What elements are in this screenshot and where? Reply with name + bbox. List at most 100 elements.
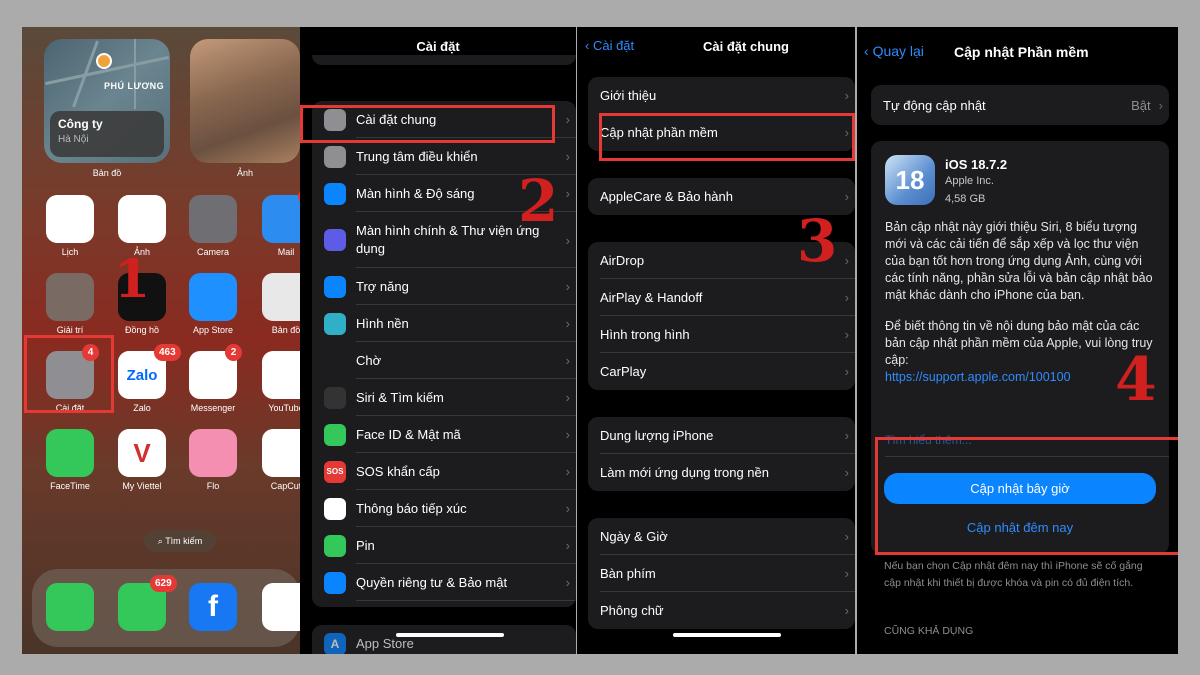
- chevron-left-icon: ‹: [864, 43, 873, 59]
- chevron-right-icon: ›: [565, 501, 570, 516]
- location-pin-icon: [96, 53, 112, 69]
- settings-row-label: Pin: [356, 537, 375, 553]
- app-label: Đồng hồ: [124, 325, 160, 335]
- step-2-label: 2: [518, 167, 559, 235]
- settings-row-label: Face ID & Mật mã: [356, 426, 461, 442]
- flower-icon: [324, 312, 346, 335]
- settings-row[interactable]: Quyền riêng tư & Bảo mật ›: [312, 564, 576, 601]
- chevron-right-icon: ›: [844, 189, 849, 204]
- security-link[interactable]: https://support.apple.com/100100: [885, 370, 1071, 384]
- app-label: App Store: [192, 325, 234, 335]
- app-label: Giải trí: [56, 325, 84, 335]
- app-icon[interactable]: [262, 351, 300, 399]
- settings-row-label: App Store: [356, 636, 414, 651]
- back-button[interactable]: ‹ Quay lại: [864, 43, 924, 59]
- settings-row-label: SOS khẩn cấp: [356, 463, 440, 479]
- general-row-label: CarPlay: [600, 364, 647, 379]
- battery-icon: [324, 534, 346, 557]
- chevron-right-icon: ›: [844, 428, 849, 443]
- settings-title: Cài đặt: [416, 39, 460, 54]
- settings-row[interactable]: Hình nền ›: [312, 305, 576, 342]
- app-label: FaceTime: [50, 481, 90, 491]
- chevron-right-icon: ›: [844, 88, 849, 103]
- map-card-title: Công ty: [58, 117, 103, 131]
- settings-row[interactable]: Pin ›: [312, 527, 576, 564]
- settings-row[interactable]: Chờ ›: [312, 342, 576, 379]
- update-size: 4,58 GB: [945, 193, 986, 205]
- chevron-right-icon: ›: [565, 279, 570, 294]
- sos-icon: SOS: [324, 460, 346, 483]
- general-row[interactable]: CarPlay ›: [588, 353, 855, 390]
- settings-row-appstore[interactable]: A App Store: [312, 625, 576, 654]
- step-3-label: 3: [797, 207, 838, 275]
- grid-icon: [324, 229, 346, 251]
- general-row-label: Bàn phím: [600, 566, 656, 581]
- general-row[interactable]: Làm mới ứng dụng trong nền ›: [588, 454, 855, 491]
- app-label: Mail: [277, 247, 295, 257]
- general-row[interactable]: Hình trong hình ›: [588, 316, 855, 353]
- settings-row[interactable]: Trợ năng ›: [312, 268, 576, 305]
- settings-row[interactable]: Thông báo tiếp xúc ›: [312, 490, 576, 527]
- back-label: Quay lại: [872, 43, 924, 59]
- settings-row-label: Siri & Tìm kiếm: [356, 389, 444, 405]
- dock-app-safari-icon[interactable]: [262, 583, 300, 631]
- settings-row[interactable]: Siri & Tìm kiếm ›: [312, 379, 576, 416]
- app-label: YouTube: [268, 403, 300, 413]
- app-icon[interactable]: [189, 273, 237, 321]
- settings-row[interactable]: SOS SOS khẩn cấp ›: [312, 453, 576, 490]
- general-row[interactable]: Ngày & Giờ ›: [588, 518, 855, 555]
- app-icon[interactable]: [262, 273, 300, 321]
- general-row[interactable]: Giới thiệu ›: [588, 77, 855, 114]
- app-icon[interactable]: [118, 195, 166, 243]
- photos-widget[interactable]: [190, 39, 300, 163]
- auto-update-label: Tự động cập nhật: [883, 97, 986, 113]
- update-footnote: Nếu bạn chọn Cập nhật đêm nay thì iPhone…: [884, 560, 1143, 589]
- exposure-icon: [324, 497, 346, 520]
- home-search-button[interactable]: ⌕ Tìm kiếm: [144, 530, 216, 552]
- general-title: Cài đặt chung: [703, 39, 789, 54]
- step2-highlight-box: [300, 105, 555, 143]
- step-1-label: 1: [114, 249, 151, 310]
- chevron-right-icon: ›: [844, 253, 849, 268]
- settings-row[interactable]: Face ID & Mật mã ›: [312, 416, 576, 453]
- toggles-icon: [324, 145, 346, 168]
- app-icon[interactable]: [189, 429, 237, 477]
- general-row-label: Ngày & Giờ: [600, 529, 668, 544]
- standby-icon: [324, 349, 346, 372]
- general-row[interactable]: Dung lượng iPhone ›: [588, 417, 855, 454]
- chevron-right-icon: ›: [565, 575, 570, 590]
- chevron-right-icon: ›: [565, 390, 570, 405]
- app-icon[interactable]: [189, 195, 237, 243]
- general-row[interactable]: AirPlay & Handoff ›: [588, 279, 855, 316]
- photos-widget-label: Ảnh: [236, 168, 253, 178]
- home-indicator: [673, 633, 781, 637]
- app-icon[interactable]: V: [118, 429, 166, 477]
- app-icon[interactable]: [262, 195, 300, 243]
- notification-badge: 463: [154, 344, 181, 361]
- notification-badge: 2: [225, 344, 242, 361]
- home-screen: PHÚ LƯƠNG Công ty Hà Nội Bản đồ Ảnh Lịch…: [22, 27, 300, 654]
- chevron-right-icon: ›: [565, 149, 570, 164]
- general-row-label: Dung lượng iPhone: [600, 428, 714, 443]
- chevron-right-icon: ›: [844, 603, 849, 618]
- also-available-header: CŨNG KHẢ DỤNG: [884, 625, 974, 637]
- app-icon[interactable]: [46, 273, 94, 321]
- maps-widget[interactable]: PHÚ LƯƠNG Công ty Hà Nội: [44, 39, 170, 163]
- app-icon[interactable]: [46, 429, 94, 477]
- general-row[interactable]: Phông chữ ›: [588, 592, 855, 629]
- update-vendor: Apple Inc.: [945, 175, 994, 187]
- auto-update-row[interactable]: Tự động cập nhật Bật ›: [871, 85, 1169, 125]
- settings-screen: Cài đặt Cài đặt chung › Trung tâm điều khi…: [300, 27, 576, 654]
- hand-icon: [324, 571, 346, 594]
- dock-app-facebook-icon[interactable]: f: [189, 583, 237, 631]
- app-icon[interactable]: [262, 429, 300, 477]
- map-destination-card: Công ty Hà Nội: [50, 111, 164, 157]
- settings-row-label: Chờ: [356, 352, 382, 368]
- app-icon[interactable]: [46, 195, 94, 243]
- home-search-label: Tìm kiếm: [165, 536, 203, 546]
- sun-icon: [324, 182, 346, 205]
- dock-app-phone-icon[interactable]: [46, 583, 94, 631]
- chevron-right-icon: ›: [844, 327, 849, 342]
- general-row[interactable]: Bàn phím ›: [588, 555, 855, 592]
- auto-update-value: Bật: [1131, 97, 1151, 113]
